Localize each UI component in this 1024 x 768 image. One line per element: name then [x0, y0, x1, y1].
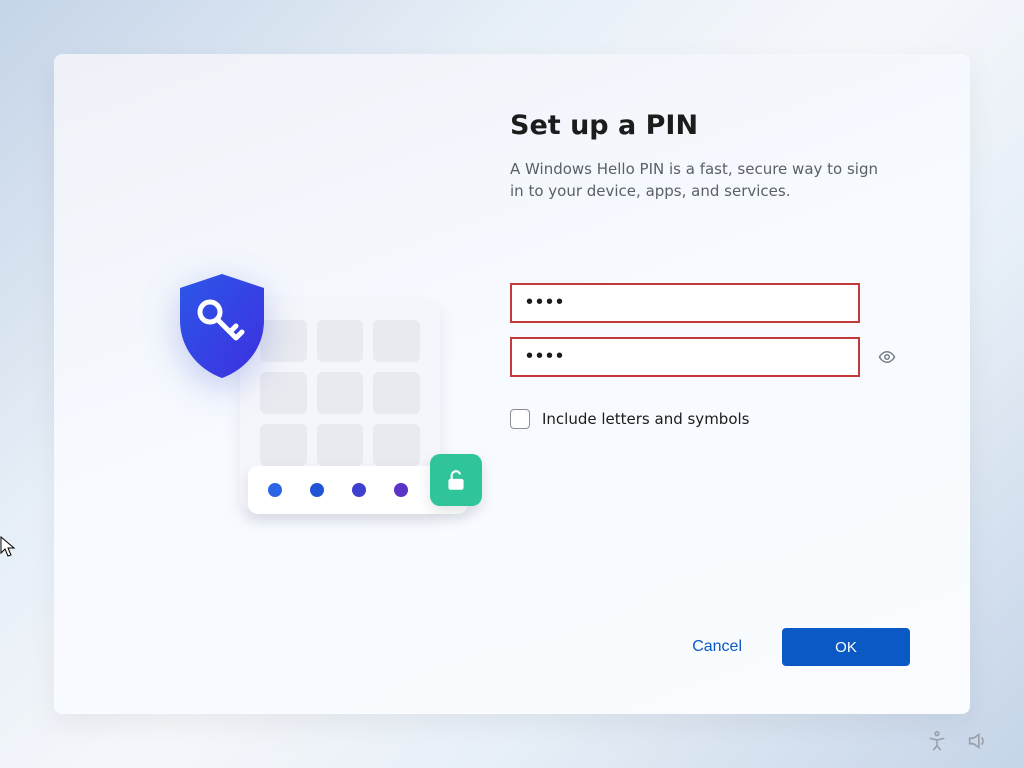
include-symbols-row: Include letters and symbols [510, 409, 910, 429]
oobe-card: Set up a PIN A Windows Hello PIN is a fa… [54, 54, 970, 714]
ok-button[interactable]: OK [782, 628, 910, 666]
confirm-pin-input[interactable] [510, 337, 860, 377]
padlock-open-icon [430, 454, 482, 506]
speaker-icon[interactable] [966, 730, 988, 756]
form-panel: Set up a PIN A Windows Hello PIN is a fa… [510, 110, 910, 666]
system-tray [926, 730, 988, 756]
eye-icon[interactable] [876, 346, 898, 368]
pin-field-wrapper [510, 283, 910, 323]
dialog-footer: Cancel OK [510, 598, 910, 666]
new-pin-input[interactable] [510, 283, 860, 323]
accessibility-icon[interactable] [926, 730, 948, 756]
confirm-pin-field-wrapper [510, 337, 910, 377]
include-symbols-checkbox[interactable] [510, 409, 530, 429]
shield-key-icon [172, 270, 272, 380]
pin-illustration [170, 290, 490, 550]
cancel-button[interactable]: Cancel [692, 638, 742, 656]
page-description: A Windows Hello PIN is a fast, secure wa… [510, 159, 890, 203]
include-symbols-label: Include letters and symbols [542, 410, 749, 428]
mouse-cursor-icon [0, 536, 16, 558]
page-title: Set up a PIN [510, 110, 910, 141]
illustration-panel [110, 110, 510, 666]
